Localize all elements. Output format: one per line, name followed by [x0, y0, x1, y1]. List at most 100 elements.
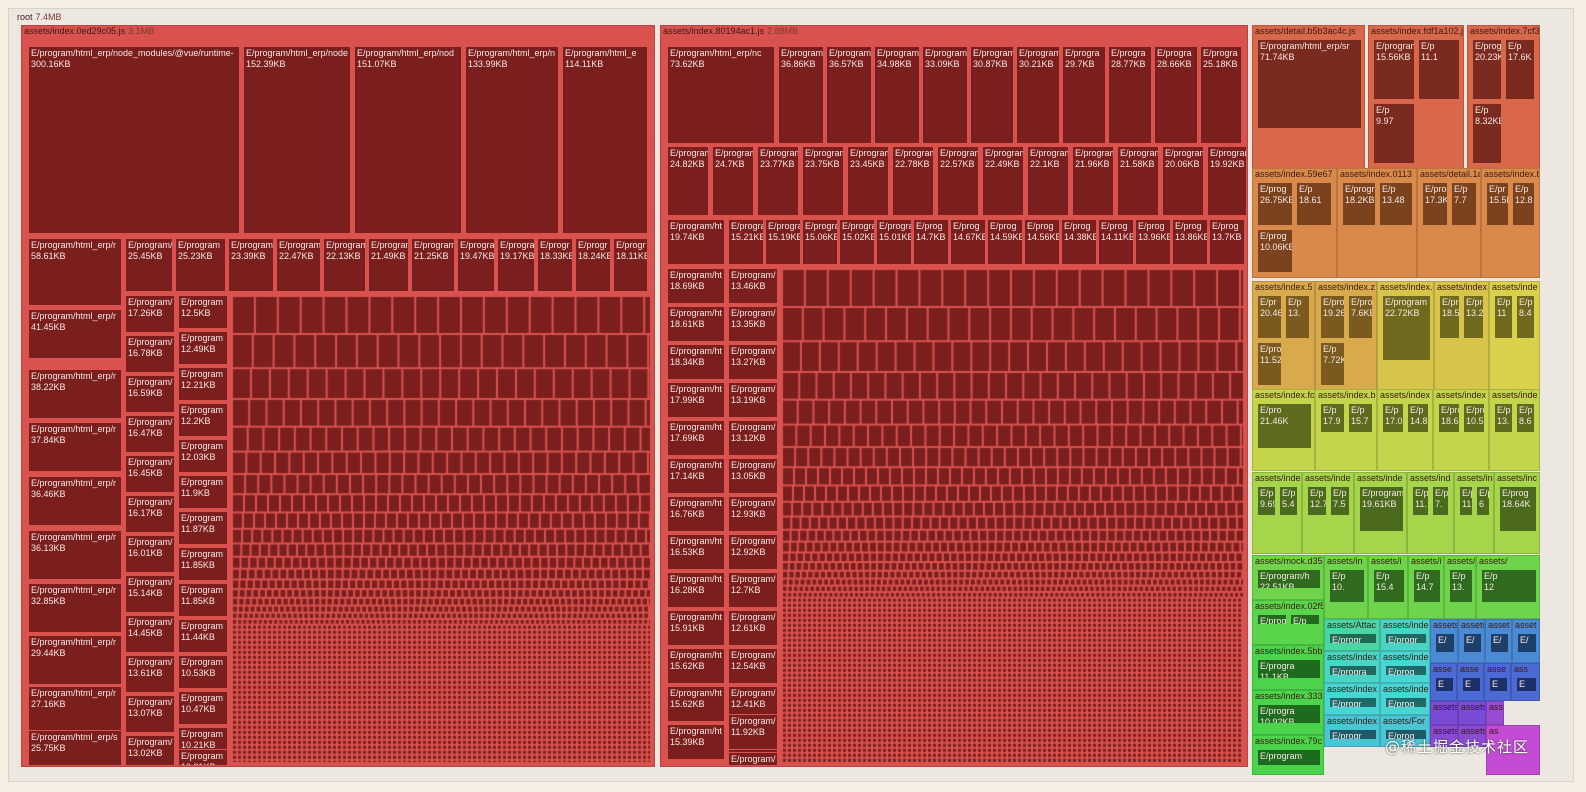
module-tile[interactable]: E/prog 14.11KB [1098, 219, 1134, 265]
module-tile[interactable]: E/p 13. [1494, 403, 1513, 433]
module-tile[interactable]: E/program/16.45KB [125, 455, 175, 493]
module-tile[interactable]: E/prog 18.64K [1499, 486, 1537, 533]
module-tile[interactable]: E/program/html_erp/node_modules/@vue/run… [28, 46, 240, 234]
module-tile[interactable]: E [1489, 677, 1508, 693]
chunk-index02f[interactable]: assets/index.02f5 E/progra13.17KB E/p [1252, 600, 1324, 645]
module-tile[interactable]: E/program/html_erp/n 133.99KB [465, 46, 559, 234]
chunk-indexb[interactable]: assets/index.bE/pr15.5KE/p12.8 [1481, 168, 1540, 278]
module-tile[interactable]: E/p 13. [1285, 295, 1310, 339]
module-tile[interactable]: E/program 12.5KB [178, 295, 228, 329]
module-tile[interactable]: E/program11.52KB [1257, 342, 1282, 386]
module-tile[interactable]: E/program 25.23KB [175, 238, 226, 292]
module-tile[interactable]: E/program/13.46KB [728, 268, 778, 304]
module-tile[interactable]: E/program/ht 15.62KB [667, 686, 725, 722]
module-tile[interactable]: E/program/ht 16.53KB [667, 534, 725, 570]
module-tile[interactable]: E/prog 13.86KB [1172, 219, 1208, 265]
module-tile[interactable]: E/program 21.25KB [411, 238, 455, 292]
module-tile[interactable]: E/program 22.13KB [323, 238, 366, 292]
module-tile[interactable]: E/ [1463, 633, 1482, 653]
module-tile[interactable]: E/program 15.56KB [1373, 39, 1415, 100]
module-tile[interactable]: E/program 22.57KB [937, 146, 979, 216]
chunk-indexu[interactable]: assets/inde E/progr [1380, 619, 1430, 651]
module-tile[interactable]: E/program/14.45KB [125, 615, 175, 653]
module-tile[interactable]: E/program/ht 15.39KB [667, 724, 725, 760]
chunk-indexs[interactable]: assets/E/p 13. [1444, 555, 1476, 619]
chunk-indexi[interactable]: assets/inde E/p 13. E/p 8.6 [1489, 389, 1540, 471]
module-tile[interactable]: E/program/17.26KB [125, 295, 175, 333]
chunk-indexy[interactable]: assets/inde E/prog [1380, 683, 1430, 715]
module-tile[interactable]: E/progra 10.92KB [1257, 704, 1321, 725]
chunk-index5[interactable]: assets/index.5E/pr20.46KE/p13.E/program1… [1252, 281, 1315, 391]
module-tile[interactable]: E/program/11.92KB [728, 714, 778, 750]
module-tile[interactable]: E/pro 21.46K [1257, 403, 1312, 450]
module-tile[interactable]: E/progr [1329, 697, 1377, 709]
module-tile[interactable]: E/program/16.78KB [125, 335, 175, 373]
chunk-detail1a[interactable]: assets/detail.1aE/progr17.3KBE/p7.7 [1417, 168, 1481, 278]
module-tile[interactable]: E/p 7.5 [1330, 486, 1350, 516]
module-tile[interactable]: E/p 12.7 [1307, 486, 1327, 516]
module-tile[interactable]: E/program 22.72KB [1382, 295, 1431, 361]
module-tile[interactable]: E/program/html_erp/r 36.13KB [28, 530, 122, 580]
chunk-indexf[interactable]: assets/inde E/p 11 E/p 8.4 [1489, 281, 1540, 391]
chunk-indexj[interactable]: assets/inde E/p 9.69 E/p 5.4 [1252, 472, 1302, 554]
module-tile[interactable]: E/p 15.4 [1373, 569, 1405, 603]
module-tile[interactable]: E/program/ht 16.76KB [667, 496, 725, 532]
chunk-mockd35[interactable]: assets/mock.d35 E/program/h 22.51KB [1252, 555, 1324, 600]
module-tile[interactable]: E/program 12.49KB [178, 331, 228, 365]
module-tile[interactable]: E/p [1290, 614, 1320, 625]
module-tile[interactable]: E/program/h 22.51KB [1257, 569, 1321, 590]
chunk-indexb2[interactable]: assets/index.b E/p 17.9 E/p 15.7 [1315, 389, 1377, 471]
chunk-index333[interactable]: assets/index.333 E/progra 10.92KB [1252, 690, 1324, 735]
module-tile[interactable]: E/program/html_erp/nod 151.07KB [354, 46, 462, 234]
chunk-violet3[interactable]: ass [1486, 701, 1504, 725]
module-tile[interactable]: E/program/html_erp/nc 73.62KB [667, 46, 775, 144]
module-tile[interactable]: E/program/12.7KB [728, 572, 778, 608]
module-tile[interactable]: E/progra 19.17KB [497, 238, 535, 292]
module-tile[interactable]: E/program/html_erp/r 58.61KB [28, 238, 122, 306]
module-tile[interactable]: E/prog 14.67KB [950, 219, 986, 265]
module-tile[interactable]: E/program/ht 16.28KB [667, 572, 725, 608]
module-tile[interactable]: E/program/ht 18.34KB [667, 344, 725, 380]
chunk-indexv[interactable]: assets/index E/progra [1324, 651, 1380, 683]
module-tile[interactable]: E/program15.19KB [765, 219, 801, 265]
module-tile[interactable]: E/program/12.93KB [728, 496, 778, 532]
module-tile[interactable]: E/progr 18.33KB [537, 238, 573, 292]
module-tile[interactable]: E/prog 14.38KB [1061, 219, 1097, 265]
module-tile[interactable]: E/progra 29.7KB [1062, 46, 1106, 144]
module-tile[interactable]: E [1516, 677, 1537, 693]
module-tile[interactable]: E/progr17.3KB [1422, 182, 1448, 226]
chunk-index7cf[interactable]: assets/index.7cf3E/progr20.23KBE/p17.6KE… [1467, 25, 1540, 170]
chunk-detail5b5[interactable]: assets/detail.b5b3ac4c.js E/program/html_… [1252, 25, 1365, 170]
module-tile[interactable]: E/prog7.6KB [1348, 295, 1373, 339]
module-tile[interactable]: E/program 23.77KB [757, 146, 799, 216]
module-tile[interactable]: E/p11. [1459, 486, 1473, 516]
module-tile[interactable]: E/program/ht 15.62KB [667, 648, 725, 684]
module-tile[interactable]: E/p 13. [1449, 569, 1473, 603]
module-tile[interactable]: E/program/13.19KB [728, 382, 778, 418]
module-tile[interactable]: E/program 20.06KB [1162, 146, 1204, 216]
module-tile[interactable]: E/program15.21KB [728, 219, 764, 265]
module-tile[interactable]: E/program 30.87KB [970, 46, 1014, 144]
module-tile[interactable]: E/program 12.2KB [178, 403, 228, 437]
module-tile[interactable]: E/program/ht 18.69KB [667, 268, 725, 304]
chunk-blue8[interactable]: ass E [1511, 663, 1540, 701]
module-tile[interactable]: E/program 12.21KB [178, 367, 228, 401]
module-tile[interactable]: E/p 8.32KB [1472, 103, 1502, 164]
module-tile[interactable]: E/program/15.14KB [125, 575, 175, 613]
module-tile[interactable]: E/progra 28.66KB [1154, 46, 1198, 144]
chunk-violet1[interactable]: assets [1430, 701, 1458, 725]
module-tile[interactable]: E [1435, 677, 1454, 693]
module-tile[interactable]: E/program 24.7KB [712, 146, 754, 216]
module-tile[interactable]: E/program/html_erp/r 29.44KB [28, 635, 122, 685]
module-tile[interactable]: E/program/16.01KB [125, 535, 175, 573]
module-tile[interactable]: E/progra13.17KB [1257, 614, 1287, 625]
module-tile[interactable]: E/p 9.69 [1257, 486, 1276, 516]
module-tile[interactable]: E/program/ht 19.74KB [667, 219, 725, 265]
module-tile[interactable]: E/p 7.7 [1451, 182, 1477, 226]
module-tile[interactable]: E/progra 25.18KB [1200, 46, 1242, 144]
module-tile[interactable]: E/program 11.87KB [178, 511, 228, 545]
chunk-indexp[interactable]: assets/in E/p 10. [1324, 555, 1368, 619]
module-tile[interactable]: E/program/html_erp/r 37.84KB [28, 422, 122, 472]
module-tile[interactable]: E/prog 14.56KB [1024, 219, 1060, 265]
chunk-indexz2[interactable]: assets/index E/progr [1324, 715, 1380, 747]
